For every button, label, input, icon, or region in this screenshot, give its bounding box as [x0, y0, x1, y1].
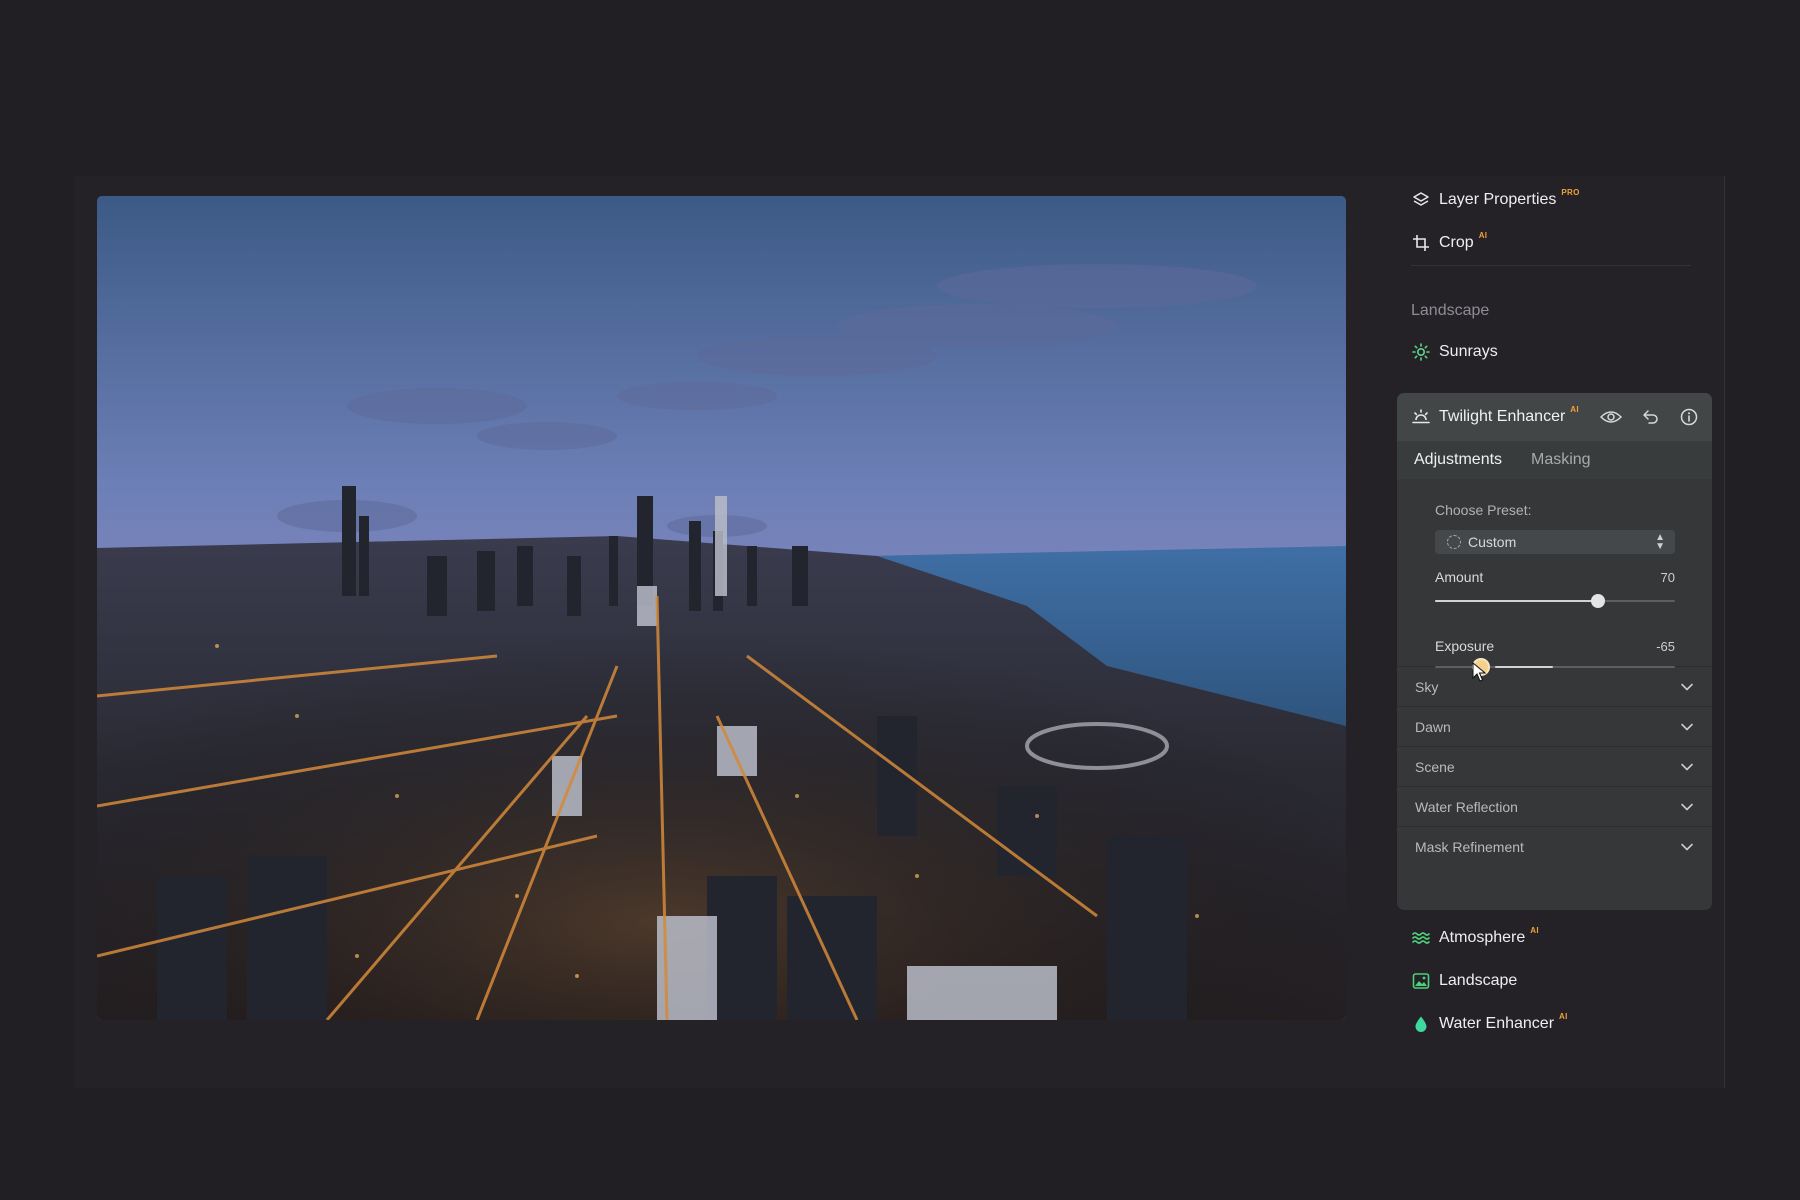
section-sky[interactable]: Sky — [1397, 666, 1712, 707]
section-water-reflection-label: Water Reflection — [1415, 799, 1518, 815]
section-mask-refinement-label: Mask Refinement — [1415, 839, 1524, 855]
mouse-pointer-icon — [1472, 662, 1486, 682]
section-scene[interactable]: Scene — [1397, 746, 1712, 787]
exposure-slider[interactable] — [1435, 660, 1675, 674]
pro-badge: PRO — [1561, 187, 1580, 197]
city-photo — [97, 196, 1346, 1020]
drop-icon — [1411, 1014, 1431, 1034]
amount-label: Amount — [1435, 569, 1484, 585]
landscape-label: Landscape — [1439, 972, 1518, 989]
crop-label: Crop — [1439, 234, 1474, 251]
layer-properties-item[interactable]: Layer Properties PRO — [1411, 186, 1580, 214]
twilight-icon — [1411, 407, 1431, 427]
sunrays-label: Sunrays — [1439, 343, 1498, 360]
section-mask-refinement[interactable]: Mask Refinement — [1397, 826, 1712, 867]
section-water-reflection[interactable]: Water Reflection — [1397, 786, 1712, 827]
ai-badge: AI — [1478, 230, 1488, 240]
layers-icon — [1411, 190, 1431, 210]
amount-slider-fill — [1435, 600, 1599, 602]
panel-divider — [1411, 265, 1691, 266]
card-header: Twilight Enhancer AI — [1397, 393, 1712, 441]
reset-undo-icon[interactable] — [1637, 404, 1663, 430]
preset-select[interactable]: Custom ▲ ▼ — [1435, 530, 1675, 554]
section-scene-label: Scene — [1415, 759, 1455, 775]
ai-badge: AI — [1559, 1011, 1568, 1021]
custom-preset-icon — [1447, 535, 1461, 549]
exposure-value: -65 — [1656, 639, 1675, 654]
card-actions — [1585, 404, 1702, 430]
chevron-down-icon — [1680, 800, 1694, 819]
twilight-enhancer-card: Twilight Enhancer AI Adjustments Masking… — [1397, 393, 1712, 910]
tab-masking[interactable]: Masking — [1531, 451, 1591, 469]
water-enhancer-item[interactable]: Water Enhancer AI — [1411, 1010, 1568, 1038]
landscape-item[interactable]: Landscape — [1411, 967, 1517, 995]
atmosphere-label: Atmosphere — [1439, 929, 1526, 946]
layer-properties-label: Layer Properties — [1439, 191, 1557, 208]
amount-value: 70 — [1660, 570, 1675, 585]
amount-slider[interactable] — [1435, 594, 1675, 608]
card-title[interactable]: Twilight Enhancer AI — [1411, 404, 1579, 427]
image-icon — [1411, 971, 1431, 991]
card-tabs: Adjustments Masking — [1397, 441, 1712, 479]
choose-preset-label: Choose Preset: — [1435, 502, 1532, 518]
chevron-down-icon — [1680, 840, 1694, 859]
section-dawn[interactable]: Dawn — [1397, 706, 1712, 747]
tab-adjustments[interactable]: Adjustments — [1414, 451, 1502, 469]
sun-icon — [1411, 342, 1431, 362]
ai-badge: AI — [1570, 404, 1579, 414]
waves-icon — [1411, 928, 1431, 948]
section-title-landscape: Landscape — [1411, 302, 1490, 319]
chevron-down-icon — [1680, 720, 1694, 739]
adjustments-body: Choose Preset: Custom ▲ ▼ Amount 70 — [1397, 479, 1712, 630]
exposure-label: Exposure — [1435, 638, 1495, 654]
crop-item[interactable]: Crop AI — [1411, 229, 1487, 257]
chevron-down-icon — [1680, 760, 1694, 779]
exposure-slider-fill — [1495, 666, 1553, 668]
preset-value: Custom — [1468, 534, 1517, 550]
atmosphere-item[interactable]: Atmosphere AI — [1411, 924, 1539, 952]
info-icon[interactable] — [1676, 404, 1702, 430]
water-enhancer-label: Water Enhancer — [1439, 1015, 1555, 1032]
crop-icon — [1411, 233, 1431, 253]
ai-badge: AI — [1530, 925, 1539, 935]
select-updown-icon: ▲ ▼ — [1655, 532, 1665, 552]
sunrays-item[interactable]: Sunrays — [1411, 338, 1498, 366]
twilight-enhancer-label: Twilight Enhancer — [1439, 408, 1566, 425]
visibility-eye-icon[interactable] — [1598, 404, 1624, 430]
section-sky-label: Sky — [1415, 679, 1439, 695]
photo-canvas[interactable] — [97, 196, 1346, 1020]
amount-slider-thumb[interactable] — [1591, 594, 1606, 608]
section-dawn-label: Dawn — [1415, 719, 1451, 735]
chevron-down-icon — [1680, 680, 1694, 699]
